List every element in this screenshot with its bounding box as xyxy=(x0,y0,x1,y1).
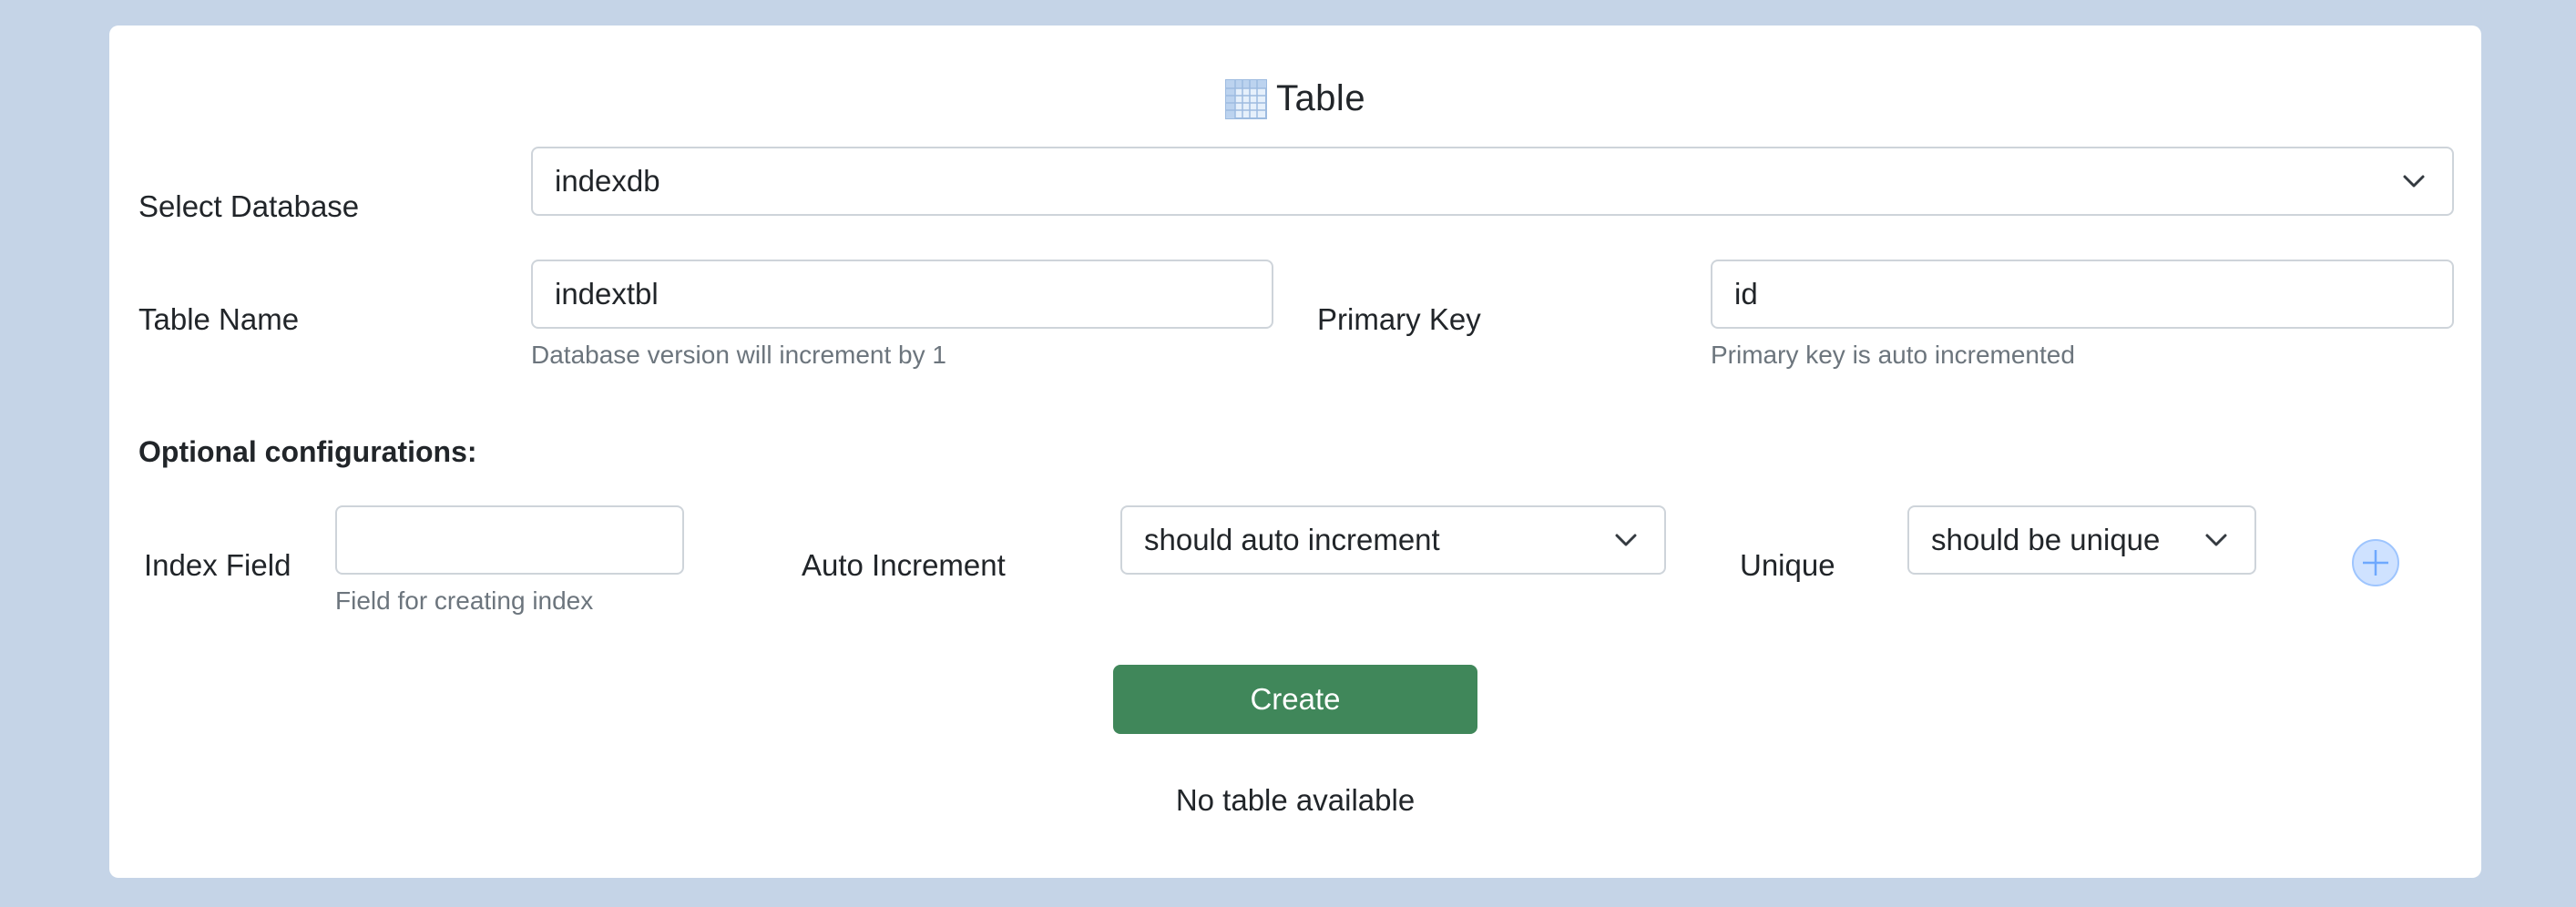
optional-config-heading: Optional configurations: xyxy=(138,435,477,468)
table-name-input[interactable]: indextbl xyxy=(531,260,1273,329)
chevron-down-icon xyxy=(1613,525,1639,551)
primary-key-input[interactable]: id xyxy=(1711,260,2454,329)
unique-label: Unique xyxy=(1740,548,1835,582)
chevron-down-icon xyxy=(2203,525,2229,551)
auto-increment-value: should auto increment xyxy=(1144,523,1440,556)
index-field-label: Index Field xyxy=(144,548,291,582)
plus-circle-icon[interactable] xyxy=(2351,538,2400,587)
create-button[interactable]: Create xyxy=(1113,665,1477,734)
table-form-card: Table Select Database indexdb Table Name… xyxy=(109,25,2481,878)
table-icon xyxy=(1224,78,1267,119)
database-select-value: indexdb xyxy=(555,164,660,198)
select-database-label: Select Database xyxy=(138,189,360,223)
unique-select[interactable]: should be unique xyxy=(1907,505,2256,575)
primary-key-help: Primary key is auto incremented xyxy=(1711,341,2075,369)
database-select[interactable]: indexdb xyxy=(531,147,2454,216)
empty-table-message: No table available xyxy=(1175,783,1416,817)
primary-key-value: id xyxy=(1734,277,1758,311)
table-name-label: Table Name xyxy=(138,302,300,336)
auto-increment-select[interactable]: should auto increment xyxy=(1120,505,1666,575)
index-field-help: Field for creating index xyxy=(335,586,594,615)
primary-key-label: Primary Key xyxy=(1317,302,1481,336)
page-title-text: Table xyxy=(1275,78,1366,118)
table-name-help: Database version will increment by 1 xyxy=(531,341,946,369)
page-title: Table xyxy=(109,78,2481,119)
unique-value: should be unique xyxy=(1931,523,2161,556)
auto-increment-label: Auto Increment xyxy=(802,548,1006,582)
index-field-input[interactable] xyxy=(335,505,684,575)
chevron-down-icon xyxy=(2401,167,2427,192)
table-name-value: indextbl xyxy=(555,277,659,311)
